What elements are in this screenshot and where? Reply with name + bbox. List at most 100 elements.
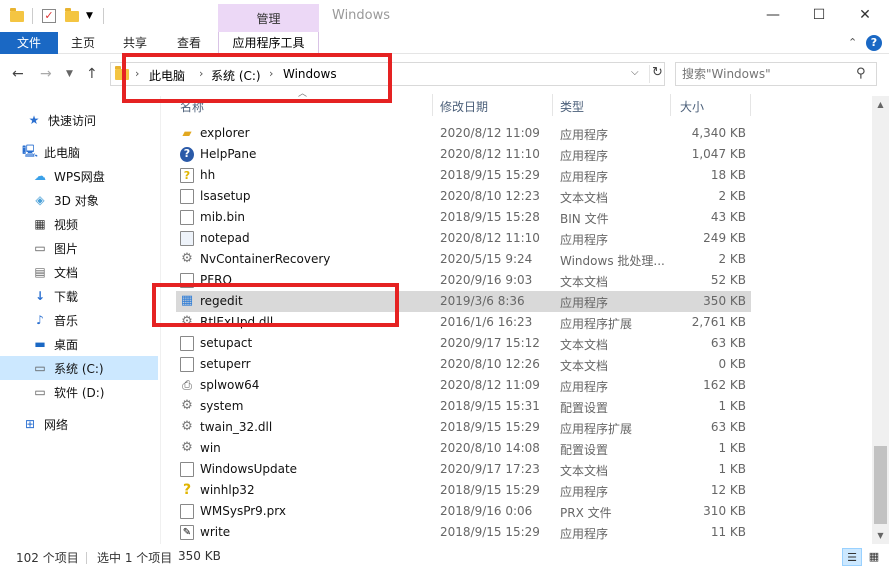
file-size: 4,340 KB <box>691 126 746 140</box>
sidebar-item-label: 系统 (C:) <box>54 361 104 376</box>
column-divider[interactable] <box>670 94 671 116</box>
table-row[interactable]: notepad 2020/8/12 11:10 应用程序 249 KB <box>176 228 751 249</box>
column-divider[interactable] <box>750 94 751 116</box>
file-type: 文本文档 <box>560 338 609 352</box>
help-file-icon: ? <box>180 168 194 183</box>
sidebar-item-pictures[interactable]: ▭ 图片 <box>0 236 158 260</box>
back-arrow-icon[interactable]: ← <box>12 66 24 82</box>
table-row[interactable]: setupact 2020/9/17 15:12 文本文档 63 KB <box>176 333 751 354</box>
file-name: WindowsUpdate <box>200 462 298 476</box>
file-date: 2018/9/15 15:29 <box>440 525 540 539</box>
document-icon: ▤ <box>34 265 46 279</box>
table-row[interactable]: ⚙ system 2018/9/15 15:31 配置设置 1 KB <box>176 396 751 417</box>
file-type: 应用程序 <box>560 233 609 247</box>
new-folder-icon[interactable] <box>65 7 79 24</box>
table-row[interactable]: lsasetup 2020/8/10 12:23 文本文档 2 KB <box>176 186 751 207</box>
sidebar-item-downloads[interactable]: ↓ 下载 <box>0 284 158 308</box>
sidebar-item-documents[interactable]: ▤ 文档 <box>0 260 158 284</box>
table-row[interactable]: mib.bin 2018/9/15 15:28 BIN 文件 43 KB <box>176 207 751 228</box>
file-type: 文本文档 <box>560 275 609 289</box>
status-bar: 102 个项目 选中 1 个项目 350 KB ☰ ▦ <box>0 546 889 569</box>
large-icons-view-icon[interactable]: ▦ <box>864 548 884 566</box>
forward-arrow-icon[interactable]: → <box>40 66 52 82</box>
file-type: 文本文档 <box>560 191 609 205</box>
scroll-up-arrow-icon[interactable]: ▲ <box>872 96 889 113</box>
table-row[interactable]: ⎙ splwow64 2020/8/12 11:09 应用程序 162 KB <box>176 375 751 396</box>
table-row[interactable]: ? winhlp32 2018/9/15 15:29 应用程序 12 KB <box>176 480 751 501</box>
file-name: NvContainerRecovery <box>200 252 331 266</box>
vertical-scrollbar[interactable]: ▲ ▼ <box>872 96 889 544</box>
table-row[interactable]: ? HelpPane 2020/8/12 11:10 应用程序 1,047 KB <box>176 144 751 165</box>
scroll-down-arrow-icon[interactable]: ▼ <box>872 527 889 544</box>
download-icon: ↓ <box>34 289 46 303</box>
file-size: 52 KB <box>710 273 746 287</box>
search-input[interactable] <box>682 66 852 82</box>
sidebar-item-network[interactable]: ⊞ 网络 <box>0 412 158 436</box>
table-row[interactable]: setuperr 2020/8/10 12:26 文本文档 0 KB <box>176 354 751 375</box>
tab-file[interactable]: 文件 <box>0 32 58 54</box>
table-row[interactable]: ? hh 2018/9/15 15:29 应用程序 18 KB <box>176 165 751 186</box>
file-date: 2019/3/6 8:36 <box>440 294 525 308</box>
sidebar-item-desktop[interactable]: ▬ 桌面 <box>0 332 158 356</box>
minimize-button[interactable]: — <box>750 0 796 32</box>
details-view-icon[interactable]: ☰ <box>842 548 862 566</box>
quick-access-folder-icon[interactable] <box>10 7 24 24</box>
tab-home[interactable]: 主页 <box>71 32 95 54</box>
file-name: setuperr <box>200 357 251 371</box>
sidebar-item-videos[interactable]: ▦ 视频 <box>0 212 158 236</box>
sidebar-item-music[interactable]: ♪ 音乐 <box>0 308 158 332</box>
tab-share[interactable]: 共享 <box>123 32 147 54</box>
file-name: system <box>200 399 244 413</box>
column-header-type[interactable]: 类型 <box>560 98 584 115</box>
column-divider[interactable] <box>552 94 553 116</box>
up-arrow-icon[interactable]: ↑ <box>86 66 98 82</box>
file-type: 应用程序扩展 <box>560 422 633 436</box>
tab-view[interactable]: 查看 <box>177 32 201 54</box>
folder-app-icon: ▰ <box>182 126 192 140</box>
quick-access-divider <box>32 8 33 24</box>
sidebar-item-wps-cloud[interactable]: ☁ WPS网盘 <box>0 164 158 188</box>
table-row[interactable]: ⚙ NvContainerRecovery 2020/5/15 9:24 Win… <box>176 249 751 270</box>
help-icon[interactable]: ? <box>866 35 882 51</box>
scrollbar-thumb[interactable] <box>874 446 887 524</box>
refresh-icon[interactable]: ↻ <box>649 65 665 83</box>
table-row[interactable]: ✎ write 2018/9/15 15:29 应用程序 11 KB <box>176 522 751 543</box>
table-row[interactable]: WindowsUpdate 2020/9/17 17:23 文本文档 1 KB <box>176 459 751 480</box>
close-button[interactable]: ✕ <box>842 0 888 32</box>
drive-d-icon: ▭ <box>34 385 46 399</box>
customize-toolbar-chevron-icon[interactable]: ▼ <box>86 8 93 24</box>
table-row[interactable]: ▰ explorer 2020/8/12 11:09 应用程序 4,340 KB <box>176 123 751 144</box>
properties-check-icon[interactable]: ✓ <box>42 8 58 24</box>
file-date: 2020/8/10 12:26 <box>440 357 540 371</box>
file-date: 2020/8/12 11:09 <box>440 378 540 392</box>
navigation-pane: ★ 快速访问 🖳 此电脑 ☁ WPS网盘 ◈ 3D 对象 ▦ 视频 ▭ 图片 ▤… <box>0 96 160 544</box>
manage-context-tab[interactable]: 管理 <box>218 10 319 27</box>
table-row[interactable]: ⚙ twain_32.dll 2018/9/15 15:29 应用程序扩展 63… <box>176 417 751 438</box>
table-row[interactable]: WMSysPr9.prx 2018/9/16 0:06 PRX 文件 310 K… <box>176 501 751 522</box>
column-header-date[interactable]: 修改日期 <box>440 98 488 115</box>
file-name: hh <box>200 168 216 182</box>
file-name: splwow64 <box>200 378 260 392</box>
search-box[interactable]: ⚲ <box>675 62 877 86</box>
ribbon-collapse-icon[interactable]: ⌃ <box>848 36 857 49</box>
search-icon[interactable]: ⚲ <box>856 66 866 81</box>
file-date: 2018/9/16 0:06 <box>440 504 533 518</box>
maximize-button[interactable]: ☐ <box>796 0 842 32</box>
tab-application-tools[interactable]: 应用程序工具 <box>218 32 319 54</box>
file-date: 2018/9/15 15:28 <box>440 210 540 224</box>
table-row[interactable]: ⚙ win 2020/8/10 14:08 配置设置 1 KB <box>176 438 751 459</box>
text-file-icon <box>180 357 194 372</box>
file-date: 2020/5/15 9:24 <box>440 252 533 266</box>
sidebar-item-quick-access[interactable]: ★ 快速访问 <box>0 108 158 132</box>
address-history-chevron-icon[interactable]: ⌵ <box>631 67 639 78</box>
recent-locations-chevron-icon[interactable]: ▼ <box>66 69 73 79</box>
sidebar-item-drive-c[interactable]: ▭ 系统 (C:) <box>0 356 158 380</box>
sidebar-item-label: 图片 <box>54 241 79 256</box>
column-divider[interactable] <box>432 94 433 116</box>
annotation-highlight-regedit <box>152 283 399 327</box>
sidebar-item-drive-d[interactable]: ▭ 软件 (D:) <box>0 380 158 404</box>
file-date: 2020/9/16 9:03 <box>440 273 533 287</box>
column-header-size[interactable]: 大小 <box>680 98 704 115</box>
sidebar-item-3d-objects[interactable]: ◈ 3D 对象 <box>0 188 158 212</box>
sidebar-item-this-pc[interactable]: 🖳 此电脑 <box>0 140 158 164</box>
